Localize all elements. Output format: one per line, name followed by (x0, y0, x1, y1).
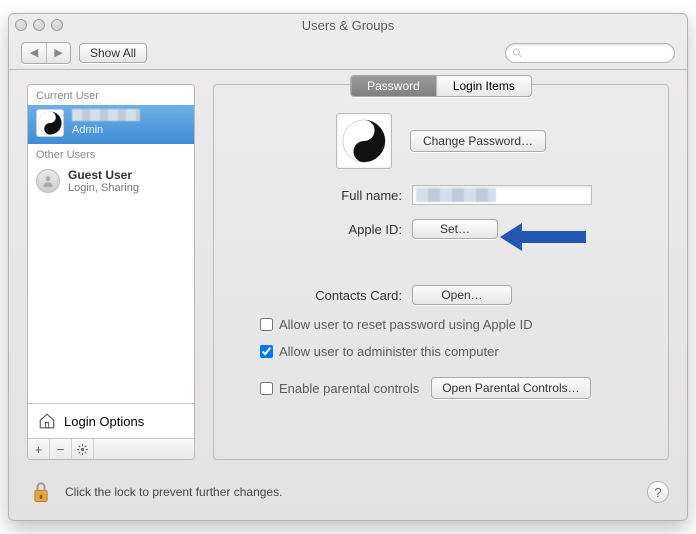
gear-icon (76, 443, 89, 456)
apple-id-label: Apple ID: (232, 222, 402, 237)
current-user-role: Admin (72, 124, 140, 137)
guest-user-name: Guest User (68, 168, 139, 182)
window-title: Users & Groups (9, 18, 687, 33)
full-name-label: Full name: (232, 188, 402, 203)
person-icon (41, 174, 55, 188)
contacts-open-button[interactable]: Open… (412, 285, 512, 305)
back-button[interactable]: ◀ (22, 43, 46, 63)
login-options-label: Login Options (64, 414, 144, 429)
parental-label: Enable parental controls (279, 381, 419, 396)
allow-reset-checkbox[interactable] (260, 318, 273, 331)
tab-login-items[interactable]: Login Items (436, 76, 531, 96)
avatar (36, 169, 60, 193)
search-field[interactable] (505, 43, 675, 63)
action-menu-button[interactable] (72, 439, 94, 459)
tab-bar: Password Login Items (350, 75, 532, 97)
sidebar-header-other: Other Users (28, 144, 194, 164)
add-user-button[interactable]: + (28, 439, 50, 459)
toolbar: ◀ ▶ Show All (9, 36, 687, 70)
sidebar-header-current: Current User (28, 85, 194, 105)
user-sidebar: Current User Admin Other Users (27, 84, 195, 460)
current-user-name (72, 109, 140, 124)
yin-yang-icon (38, 111, 62, 135)
sidebar-action-bar: + − (28, 438, 194, 459)
allow-admin-checkbox[interactable] (260, 345, 273, 358)
annotation-arrow (500, 223, 586, 251)
sidebar-user-guest[interactable]: Guest User Login, Sharing (28, 164, 194, 202)
user-picture[interactable] (336, 113, 392, 169)
lock-icon[interactable] (27, 478, 55, 506)
search-input[interactable] (527, 46, 668, 60)
lock-text: Click the lock to prevent further change… (65, 485, 282, 499)
titlebar: Users & Groups (9, 14, 687, 36)
allow-admin-label: Allow user to administer this computer (279, 344, 499, 359)
content-area: Current User Admin Other Users (9, 70, 687, 470)
avatar (36, 109, 64, 137)
footer: Click the lock to prevent further change… (9, 470, 687, 520)
parental-checkbox[interactable] (260, 382, 273, 395)
open-parental-button[interactable]: Open Parental Controls… (431, 377, 590, 399)
remove-user-button[interactable]: − (50, 439, 72, 459)
tab-password[interactable]: Password (351, 76, 436, 96)
preferences-window: Users & Groups ◀ ▶ Show All Current User (8, 13, 688, 521)
sidebar-user-current[interactable]: Admin (28, 105, 194, 144)
nav-back-forward: ◀ ▶ (21, 42, 71, 64)
house-icon (38, 412, 56, 430)
yin-yang-icon (342, 119, 386, 163)
show-all-button[interactable]: Show All (79, 43, 147, 63)
guest-user-sub: Login, Sharing (68, 182, 139, 195)
help-button[interactable]: ? (647, 481, 669, 503)
settings-panel: Password Login Items Change Password… Fu… (213, 84, 669, 460)
login-options-row[interactable]: Login Options (28, 403, 194, 438)
contacts-card-label: Contacts Card: (232, 288, 402, 303)
apple-id-set-button[interactable]: Set… (412, 219, 498, 239)
allow-reset-label: Allow user to reset password using Apple… (279, 317, 533, 332)
forward-button[interactable]: ▶ (46, 43, 70, 63)
change-password-button[interactable]: Change Password… (410, 130, 546, 152)
search-icon (512, 47, 523, 59)
